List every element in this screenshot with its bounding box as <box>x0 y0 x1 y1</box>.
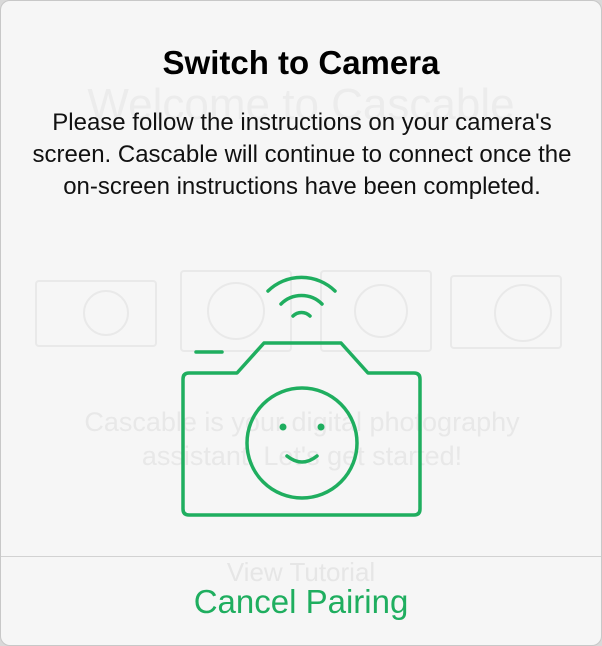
alert-message: Please follow the instructions on your c… <box>32 109 572 200</box>
alert-title: Switch to Camera <box>162 44 440 81</box>
cancel-pairing-button[interactable]: Cancel Pairing <box>1 557 601 645</box>
alert-frame: Welcome to Cascable Cascable is your dig… <box>0 0 602 646</box>
camera-smiley-wifi-icon <box>181 275 422 517</box>
